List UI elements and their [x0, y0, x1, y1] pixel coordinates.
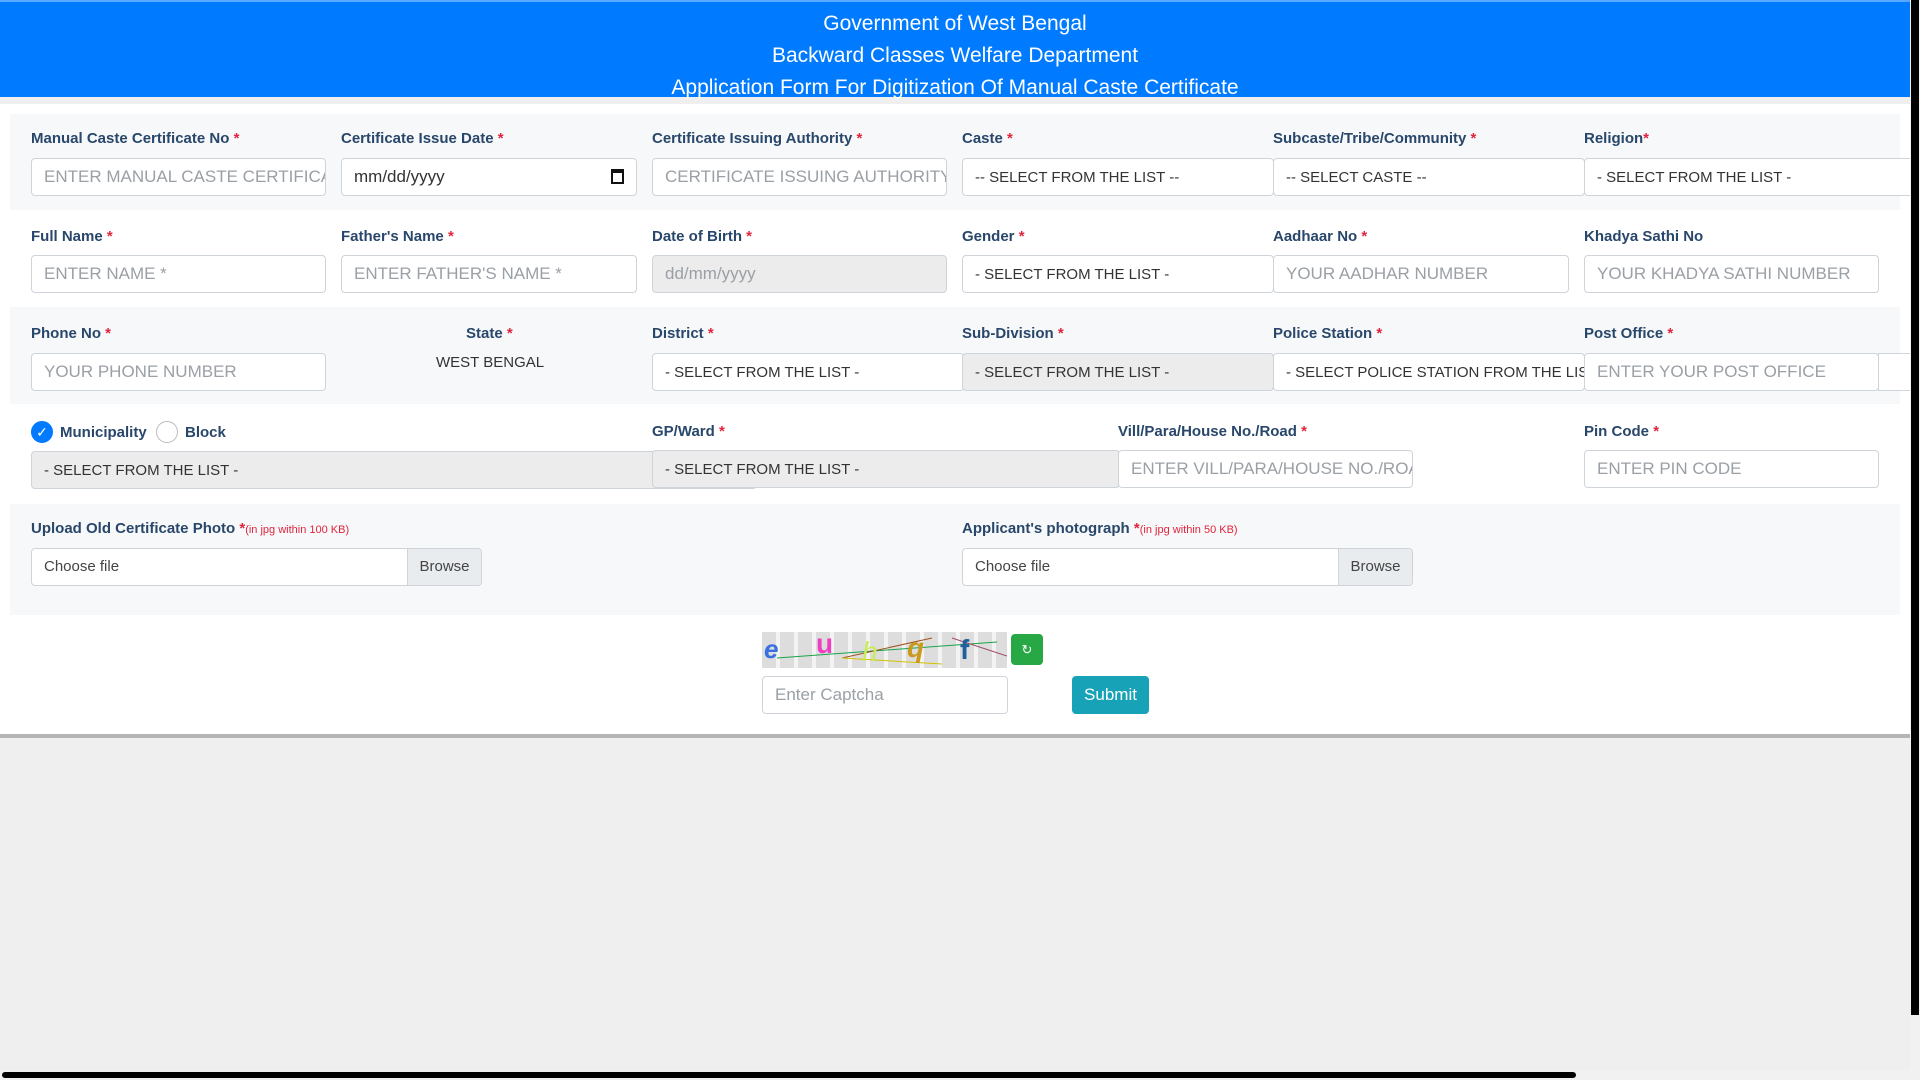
submit-button[interactable]: Submit — [1072, 676, 1149, 714]
label-subdivision: Sub-Division * — [962, 325, 1064, 342]
header-line-1: Government of West Bengal — [823, 12, 1087, 35]
refresh-icon[interactable]: ↻ — [1011, 634, 1043, 665]
scrollbar-thumb[interactable] — [2, 1072, 1576, 1078]
district-select[interactable]: - SELECT FROM THE LIST - — [652, 353, 964, 391]
father-name-input[interactable]: ENTER FATHER'S NAME * — [341, 255, 637, 293]
municipality-label[interactable]: Municipality — [60, 424, 147, 441]
aadhaar-input[interactable]: YOUR AADHAR NUMBER — [1273, 255, 1569, 293]
label-post-office: Post Office * — [1584, 325, 1674, 342]
header-line-2: Backward Classes Welfare Department — [771, 44, 1139, 67]
captcha-char: f — [960, 634, 970, 665]
label-religion: Religion* — [1584, 130, 1650, 147]
police-station-select[interactable]: - SELECT POLICE STATION FROM THE LIST - — [1273, 353, 1585, 391]
label-police-station: Police Station * — [1273, 325, 1383, 342]
label-father-name: Father's Name * — [341, 228, 454, 245]
post-office-input[interactable]: ENTER YOUR POST OFFICE — [1584, 353, 1879, 391]
caste-select[interactable]: -- SELECT FROM THE LIST -- — [962, 158, 1274, 196]
label-authority: Certificate Issuing Authority * — [652, 130, 863, 147]
browse-button[interactable]: Browse — [407, 549, 481, 585]
label-gp-ward: GP/Ward * — [652, 423, 725, 440]
cert-no-input[interactable]: ENTER MANUAL CASTE CERTIFICATE NO — [31, 158, 326, 196]
phone-input[interactable]: YOUR PHONE NUMBER — [31, 353, 326, 391]
vertical-scrollbar[interactable] — [1910, 0, 1920, 1080]
label-district: District * — [652, 325, 714, 342]
captcha-char: u — [816, 632, 834, 659]
gp-ward-select[interactable]: - SELECT FROM THE LIST - — [652, 450, 1120, 488]
calendar-icon[interactable] — [611, 169, 624, 184]
khadya-input[interactable]: YOUR KHADYA SATHI NUMBER — [1584, 255, 1879, 293]
label-gender: Gender * — [962, 228, 1025, 245]
label-full-name: Full Name * — [31, 228, 113, 245]
captcha-input[interactable]: Enter Captcha — [762, 676, 1008, 714]
application-form: Manual Caste Certificate No * ENTER MANU… — [0, 104, 1918, 738]
label-state: State * — [466, 325, 513, 342]
photo-file-input[interactable]: Choose file Browse — [962, 548, 1413, 586]
label-pin-code: Pin Code * — [1584, 423, 1660, 440]
label-issue-date: Certificate Issue Date * — [341, 130, 504, 147]
gender-select[interactable]: - SELECT FROM THE LIST - — [962, 255, 1274, 293]
label-vill: Vill/Para/House No./Road * — [1118, 423, 1307, 440]
label-dob: Date of Birth * — [652, 228, 753, 245]
label-caste: Caste * — [962, 130, 1013, 147]
pin-code-input[interactable]: ENTER PIN CODE — [1584, 450, 1879, 488]
label-old-cert: Upload Old Certificate Photo *(in jpg wi… — [31, 520, 350, 537]
label-aadhaar: Aadhaar No * — [1273, 228, 1368, 245]
subcaste-select[interactable]: -- SELECT CASTE -- — [1273, 158, 1585, 196]
full-name-input[interactable]: ENTER NAME * — [31, 255, 326, 293]
old-cert-file-input[interactable]: Choose file Browse — [31, 548, 482, 586]
state-value: WEST BENGAL — [436, 354, 545, 371]
vill-input[interactable]: ENTER VILL/PARA/HOUSE NO./ROAD — [1118, 450, 1413, 488]
browse-button[interactable]: Browse — [1338, 549, 1412, 585]
scrollbar-thumb[interactable] — [1911, 0, 1919, 1015]
captcha-image: e u h q f — [762, 632, 1007, 668]
label-cert-no: Manual Caste Certificate No * — [31, 130, 240, 147]
captcha-char: q — [907, 632, 925, 663]
block-label[interactable]: Block — [185, 424, 226, 441]
horizontal-scrollbar[interactable] — [0, 1070, 1910, 1080]
authority-input[interactable]: CERTIFICATE ISSUING AUTHORITY — [652, 158, 947, 196]
subdivision-select[interactable]: - SELECT FROM THE LIST - — [962, 353, 1274, 391]
captcha-char: e — [764, 634, 779, 664]
municipality-radio[interactable]: ✓ — [31, 421, 53, 443]
captcha-char: h — [862, 636, 878, 667]
religion-select[interactable]: - SELECT FROM THE LIST - — [1584, 158, 1914, 196]
label-subcaste: Subcaste/Tribe/Community * — [1273, 130, 1477, 147]
label-photo: Applicant's photograph *(in jpg within 5… — [962, 520, 1238, 537]
block-radio[interactable] — [156, 421, 178, 443]
issue-date-input[interactable]: mm/dd/yyyy — [341, 158, 637, 196]
label-khadya: Khadya Sathi No — [1584, 228, 1704, 245]
dob-input[interactable]: dd/mm/yyyy — [652, 255, 947, 293]
header-line-3: Application Form For Digitization Of Man… — [671, 76, 1239, 99]
page-header: Government of West Bengal Backward Class… — [0, 0, 1910, 99]
label-phone: Phone No * — [31, 325, 112, 342]
municipality-select[interactable]: - SELECT FROM THE LIST - — [31, 451, 757, 489]
